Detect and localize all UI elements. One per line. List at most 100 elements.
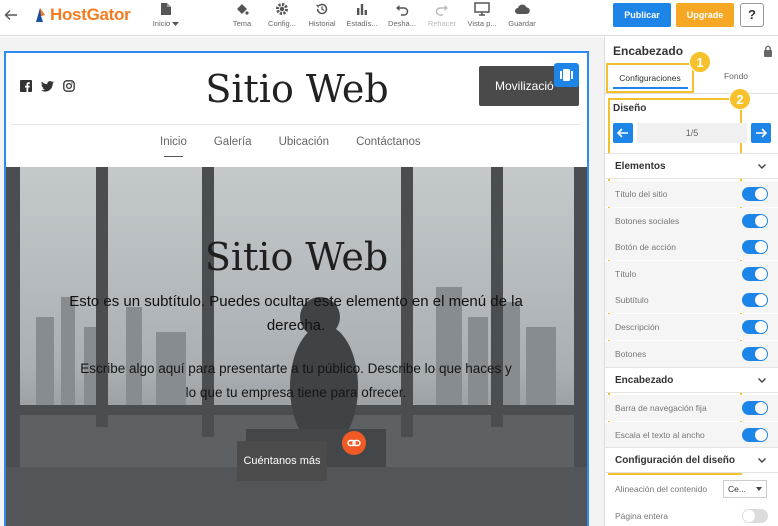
site-title[interactable]: Sitio Web [106, 67, 488, 111]
toggle-switch[interactable] [742, 509, 768, 523]
row-label: Alineación del contenido [615, 484, 708, 494]
design-page-indicator: 1/5 [637, 123, 747, 143]
selected-section-frame[interactable]: Sitio Web Movilizació Inicio Galería Ubi… [4, 51, 589, 526]
toggle-switch[interactable] [742, 240, 768, 254]
nav-item-ubicacion[interactable]: Ubicación [279, 136, 330, 148]
row-label: Barra de navegación fija [615, 403, 707, 413]
tab-configuraciones[interactable]: Configuraciones [606, 63, 694, 93]
toggle-switch[interactable] [742, 347, 768, 361]
chevron-down-icon [758, 378, 766, 383]
website-builder: HostGator Inicio Tema Config... Historia… [0, 0, 778, 526]
section-label: Elementos [615, 161, 666, 172]
panel-title: Encabezado [613, 44, 684, 58]
hero-subtitle[interactable]: Esto es un subtítulo. Puedes ocultar est… [61, 290, 531, 338]
row-label: Descripción [615, 322, 660, 332]
back-arrow-icon[interactable] [4, 8, 20, 24]
tool-label: Tema [232, 19, 252, 28]
site-navigation: Inicio Galería Ubicación Contáctanos [160, 136, 421, 157]
chevron-down-icon [758, 458, 766, 463]
top-toolbar: HostGator Inicio Tema Config... Historia… [0, 0, 778, 36]
tool-label: Guardar [508, 19, 536, 28]
row-botones-sociales: Botones sociales [605, 208, 778, 234]
row-label: Página entera [615, 511, 668, 521]
toggle-switch[interactable] [742, 187, 768, 201]
gator-mascot-icon [36, 8, 45, 22]
tool-label: Historial [308, 19, 336, 28]
toggle-switch[interactable] [742, 293, 768, 307]
social-buttons [20, 79, 75, 97]
link-edit-badge[interactable] [342, 431, 366, 455]
nav-item-contactanos[interactable]: Contáctanos [356, 136, 421, 148]
paint-bucket-icon [237, 4, 249, 15]
tool-historial[interactable]: Historial [300, 1, 344, 33]
stats-icon [357, 4, 367, 15]
caret-down-icon [172, 22, 180, 26]
tool-label: Config... [268, 19, 296, 28]
upgrade-button[interactable]: Upgrade [676, 3, 734, 27]
row-boton-de-accion: Botón de acción [605, 234, 778, 260]
site-header[interactable]: Sitio Web Movilizació Inicio Galería Ubi… [6, 53, 587, 167]
hostgator-logo[interactable]: HostGator [34, 5, 131, 25]
marker-2-badge: 2 [729, 88, 751, 110]
undo-icon [396, 5, 409, 16]
alignment-select[interactable]: Ce... [723, 480, 767, 498]
chevron-down-icon [758, 164, 766, 169]
settings-panel: Encabezado Configuraciones Fondo 1 2 Dis… [604, 37, 778, 526]
editor-canvas: Sitio Web Movilizació Inicio Galería Ubi… [0, 37, 604, 526]
tool-inicio[interactable]: Inicio [144, 1, 188, 33]
tool-vista-previa[interactable]: Vista p... [460, 1, 504, 33]
hero-cta-button[interactable]: Cuéntanos más [237, 441, 327, 481]
mobile-edit-badge[interactable] [554, 63, 579, 87]
section-configuracion-del-diseno[interactable]: Configuración del diseño [605, 447, 778, 473]
nav-item-galeria[interactable]: Galería [214, 136, 252, 148]
row-titulo: Título [605, 261, 778, 287]
row-titulo-del-sitio: Título del sitio [605, 181, 778, 207]
design-label: Diseño [613, 103, 647, 114]
tool-deshacer[interactable]: Desha... [380, 1, 424, 33]
hero-section[interactable]: Sitio Web Esto es un subtítulo. Puedes o… [6, 167, 587, 526]
toggle-switch[interactable] [742, 401, 768, 415]
help-button[interactable]: ? [740, 3, 764, 27]
toggle-switch[interactable] [742, 214, 768, 228]
monitor-icon [474, 2, 490, 16]
arrow-left-icon [616, 128, 628, 138]
row-botones: Botones [605, 341, 778, 367]
hero-description[interactable]: Escribe algo aquí para presentarte a tu … [76, 357, 516, 405]
cloud-icon [515, 4, 530, 14]
tool-guardar[interactable]: Guardar [500, 1, 544, 33]
tool-rehacer[interactable]: Rehacer [420, 1, 464, 33]
toggle-switch[interactable] [742, 320, 768, 334]
row-label: Escala el texto al ancho [615, 430, 705, 440]
link-icon [347, 439, 361, 447]
row-label: Título del sitio [615, 189, 668, 199]
next-design-button[interactable] [751, 123, 771, 143]
tool-label: Inicio [152, 19, 171, 28]
section-label: Encabezado [615, 375, 674, 386]
tool-label: Desha... [388, 19, 416, 28]
row-label: Botones sociales [615, 216, 680, 226]
tool-tema[interactable]: Tema [220, 1, 264, 33]
publish-button[interactable]: Publicar [613, 3, 671, 27]
mobile-icon [560, 69, 573, 81]
hero-title[interactable]: Sitio Web [6, 235, 587, 279]
tool-config[interactable]: Config... [260, 1, 304, 33]
twitter-icon[interactable] [41, 79, 54, 97]
lock-icon[interactable] [763, 45, 773, 57]
logo-text: HostGator [50, 5, 131, 24]
prev-design-button[interactable] [613, 123, 633, 143]
row-label: Subtítulo [615, 295, 649, 305]
row-subtitulo: Subtítulo [605, 287, 778, 313]
toggle-switch[interactable] [742, 428, 768, 442]
header-divider [11, 124, 581, 125]
toggle-switch[interactable] [742, 267, 768, 281]
facebook-icon[interactable] [20, 79, 32, 97]
section-elementos[interactable]: Elementos [605, 153, 778, 179]
marker-1-badge: 1 [689, 51, 711, 73]
instagram-icon[interactable] [63, 79, 75, 97]
section-encabezado[interactable]: Encabezado [605, 367, 778, 393]
tool-label: Estadís... [346, 19, 378, 28]
row-descripcion: Descripción [605, 314, 778, 340]
tool-estadisticas[interactable]: Estadís... [340, 1, 384, 33]
nav-item-inicio[interactable]: Inicio [160, 136, 187, 157]
tool-label: Vista p... [467, 19, 497, 28]
